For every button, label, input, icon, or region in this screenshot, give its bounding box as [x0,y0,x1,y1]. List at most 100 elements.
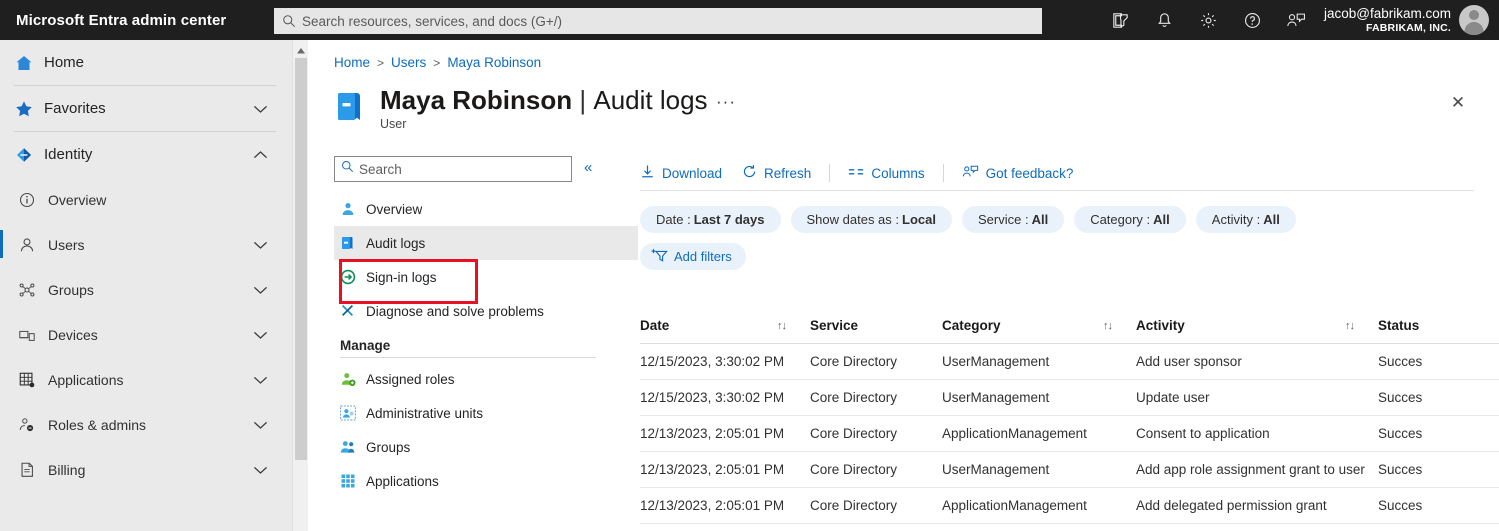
sidebar-item-favorites[interactable]: Favorites [0,86,292,131]
refresh-label: Refresh [764,165,812,181]
resource-search-box[interactable] [334,156,572,182]
sidebar-item-users[interactable]: Users [0,222,292,267]
feedback-person-icon[interactable] [1274,0,1318,40]
resource-item-diagnose-and-solve-problems[interactable]: Diagnose and solve problems [334,294,638,328]
help-question-icon[interactable] [1230,0,1274,40]
table-row[interactable]: 12/13/2023, 2:05:01 PM Core Directory Ap… [640,488,1499,524]
account-text: jacob@fabrikam.com FABRIKAM, INC. [1324,6,1451,34]
diagnose-wrench-icon [340,303,366,319]
sidebar-item-groups[interactable]: Groups [0,267,292,312]
breadcrumb-separator: > [377,55,385,70]
administrative-units-icon [340,405,366,421]
chevron-down-icon[interactable] [253,420,268,430]
filter-value: Last 7 days [693,212,765,227]
resource-item-sign-in-logs[interactable]: Sign-in logs [334,260,638,294]
chevron-down-icon[interactable] [253,285,268,295]
table-row[interactable]: 12/13/2023, 2:05:01 PM Core Directory Ap… [640,416,1499,452]
resource-item-administrative-units[interactable]: Administrative units [334,396,638,430]
command-divider [942,164,944,182]
column-header-status[interactable]: Status [1378,318,1468,333]
resource-item-label: Applications [366,473,439,489]
resource-item-groups[interactable]: Groups [334,430,638,464]
table-row[interactable]: 12/13/2023, 2:05:01 PM Core Directory Us… [640,452,1499,488]
table-row[interactable]: 12/13/2023, 2:05:01 PM Core Directory Ap… [640,524,1499,531]
resource-item-audit-logs[interactable]: Audit logs [334,226,638,260]
refresh-button[interactable]: Refresh [732,158,821,188]
sort-icon[interactable]: ↑↓ [1345,320,1355,332]
filter-pill-show-dates-as[interactable]: Show dates as : Local [790,206,952,233]
cell-status: Succes [1378,390,1423,405]
notifications-bell-icon[interactable] [1142,0,1186,40]
column-label: Activity [1136,318,1185,333]
resource-item-label: Administrative units [366,405,484,421]
add-filters-button[interactable]: Add filters [640,243,746,270]
resource-item-label: Audit logs [366,235,426,251]
table-header-row: Date ↑↓ Service Category ↑↓ Activity ↑↓ … [640,308,1499,344]
devices-icon [18,326,48,344]
close-icon[interactable]: ✕ [1447,92,1469,114]
sort-icon[interactable]: ↑↓ [777,320,787,332]
cell-activity: Update user [1136,390,1210,405]
columns-button[interactable]: Columns [838,158,934,188]
filter-value: All [1031,212,1049,227]
column-header-category[interactable]: Category ↑↓ [942,318,1136,333]
filter-label: Date : [656,212,691,227]
resource-item-assigned-roles[interactable]: Assigned roles [334,362,638,396]
filter-pill-date[interactable]: Date : Last 7 days [640,206,781,233]
download-button[interactable]: Download [638,158,732,188]
column-header-service[interactable]: Service [810,318,942,333]
table-row[interactable]: 12/15/2023, 3:30:02 PM Core Directory Us… [640,344,1499,380]
got-feedback-button[interactable]: Got feedback? [952,158,1084,188]
chevron-down-icon[interactable] [253,104,268,114]
sidebar-item-applications[interactable]: Applications [0,357,292,402]
cell-status: Succes [1378,354,1423,369]
settings-gear-icon[interactable] [1186,0,1230,40]
home-icon [14,53,44,73]
column-header-activity[interactable]: Activity ↑↓ [1136,318,1378,333]
breadcrumb-users[interactable]: Users [391,55,426,70]
collapse-menu-button[interactable]: « [584,159,592,176]
resource-menu: « Overview Audit logs [334,156,638,531]
table-row[interactable]: 12/15/2023, 3:30:02 PM Core Directory Us… [640,380,1499,416]
filter-pill-service[interactable]: Service : All [961,206,1065,233]
cell-service: Core Directory [810,390,898,405]
sidebar-item-devices[interactable]: Devices [0,312,292,357]
cell-status: Succes [1378,426,1423,441]
global-search-box[interactable] [274,8,1042,34]
chevron-down-icon[interactable] [253,330,268,340]
sidebar-item-billing[interactable]: Billing [0,447,292,492]
sidebar-item-roles-admins[interactable]: Roles & admins [0,402,292,447]
cell-activity: Add delegated permission grant [1136,498,1327,513]
chevron-down-icon[interactable] [253,465,268,475]
chevron-down-icon[interactable] [253,240,268,250]
add-filter-icon [651,248,668,266]
chevron-up-icon[interactable] [253,150,268,160]
filter-pill-category[interactable]: Category : All [1074,206,1186,233]
chevron-down-icon[interactable] [253,375,268,385]
directories-subscriptions-icon[interactable] [1098,0,1142,40]
account-menu[interactable]: jacob@fabrikam.com FABRIKAM, INC. [1324,0,1499,40]
sidebar-label: Groups [48,281,94,298]
sidebar-scrollbar[interactable] [292,40,308,531]
feedback-label: Got feedback? [985,165,1074,181]
global-search-input[interactable] [302,13,1034,29]
resource-item-applications[interactable]: Applications [334,464,638,498]
page-subtitle: User [380,116,407,131]
breadcrumb-current[interactable]: Maya Robinson [447,55,541,70]
resource-search-input[interactable] [359,161,565,177]
brand-title: Microsoft Entra admin center [16,11,227,29]
sort-icon[interactable]: ↑↓ [1103,320,1113,332]
scrollbar-thumb[interactable] [295,58,307,460]
sidebar-item-overview[interactable]: Overview [0,177,292,222]
sidebar-item-home[interactable]: Home [0,40,292,85]
add-filters-row: Add filters [640,243,1490,270]
cell-category: ApplicationManagement [942,426,1087,441]
sidebar-item-identity[interactable]: Identity [0,132,292,177]
avatar[interactable] [1459,5,1489,35]
column-header-date[interactable]: Date ↑↓ [640,318,810,333]
resource-item-overview[interactable]: Overview [334,192,638,226]
filter-pill-activity[interactable]: Activity : All [1195,206,1296,233]
more-options-button[interactable]: ··· [716,92,736,112]
breadcrumb-home[interactable]: Home [334,55,370,70]
search-icon [282,14,296,28]
